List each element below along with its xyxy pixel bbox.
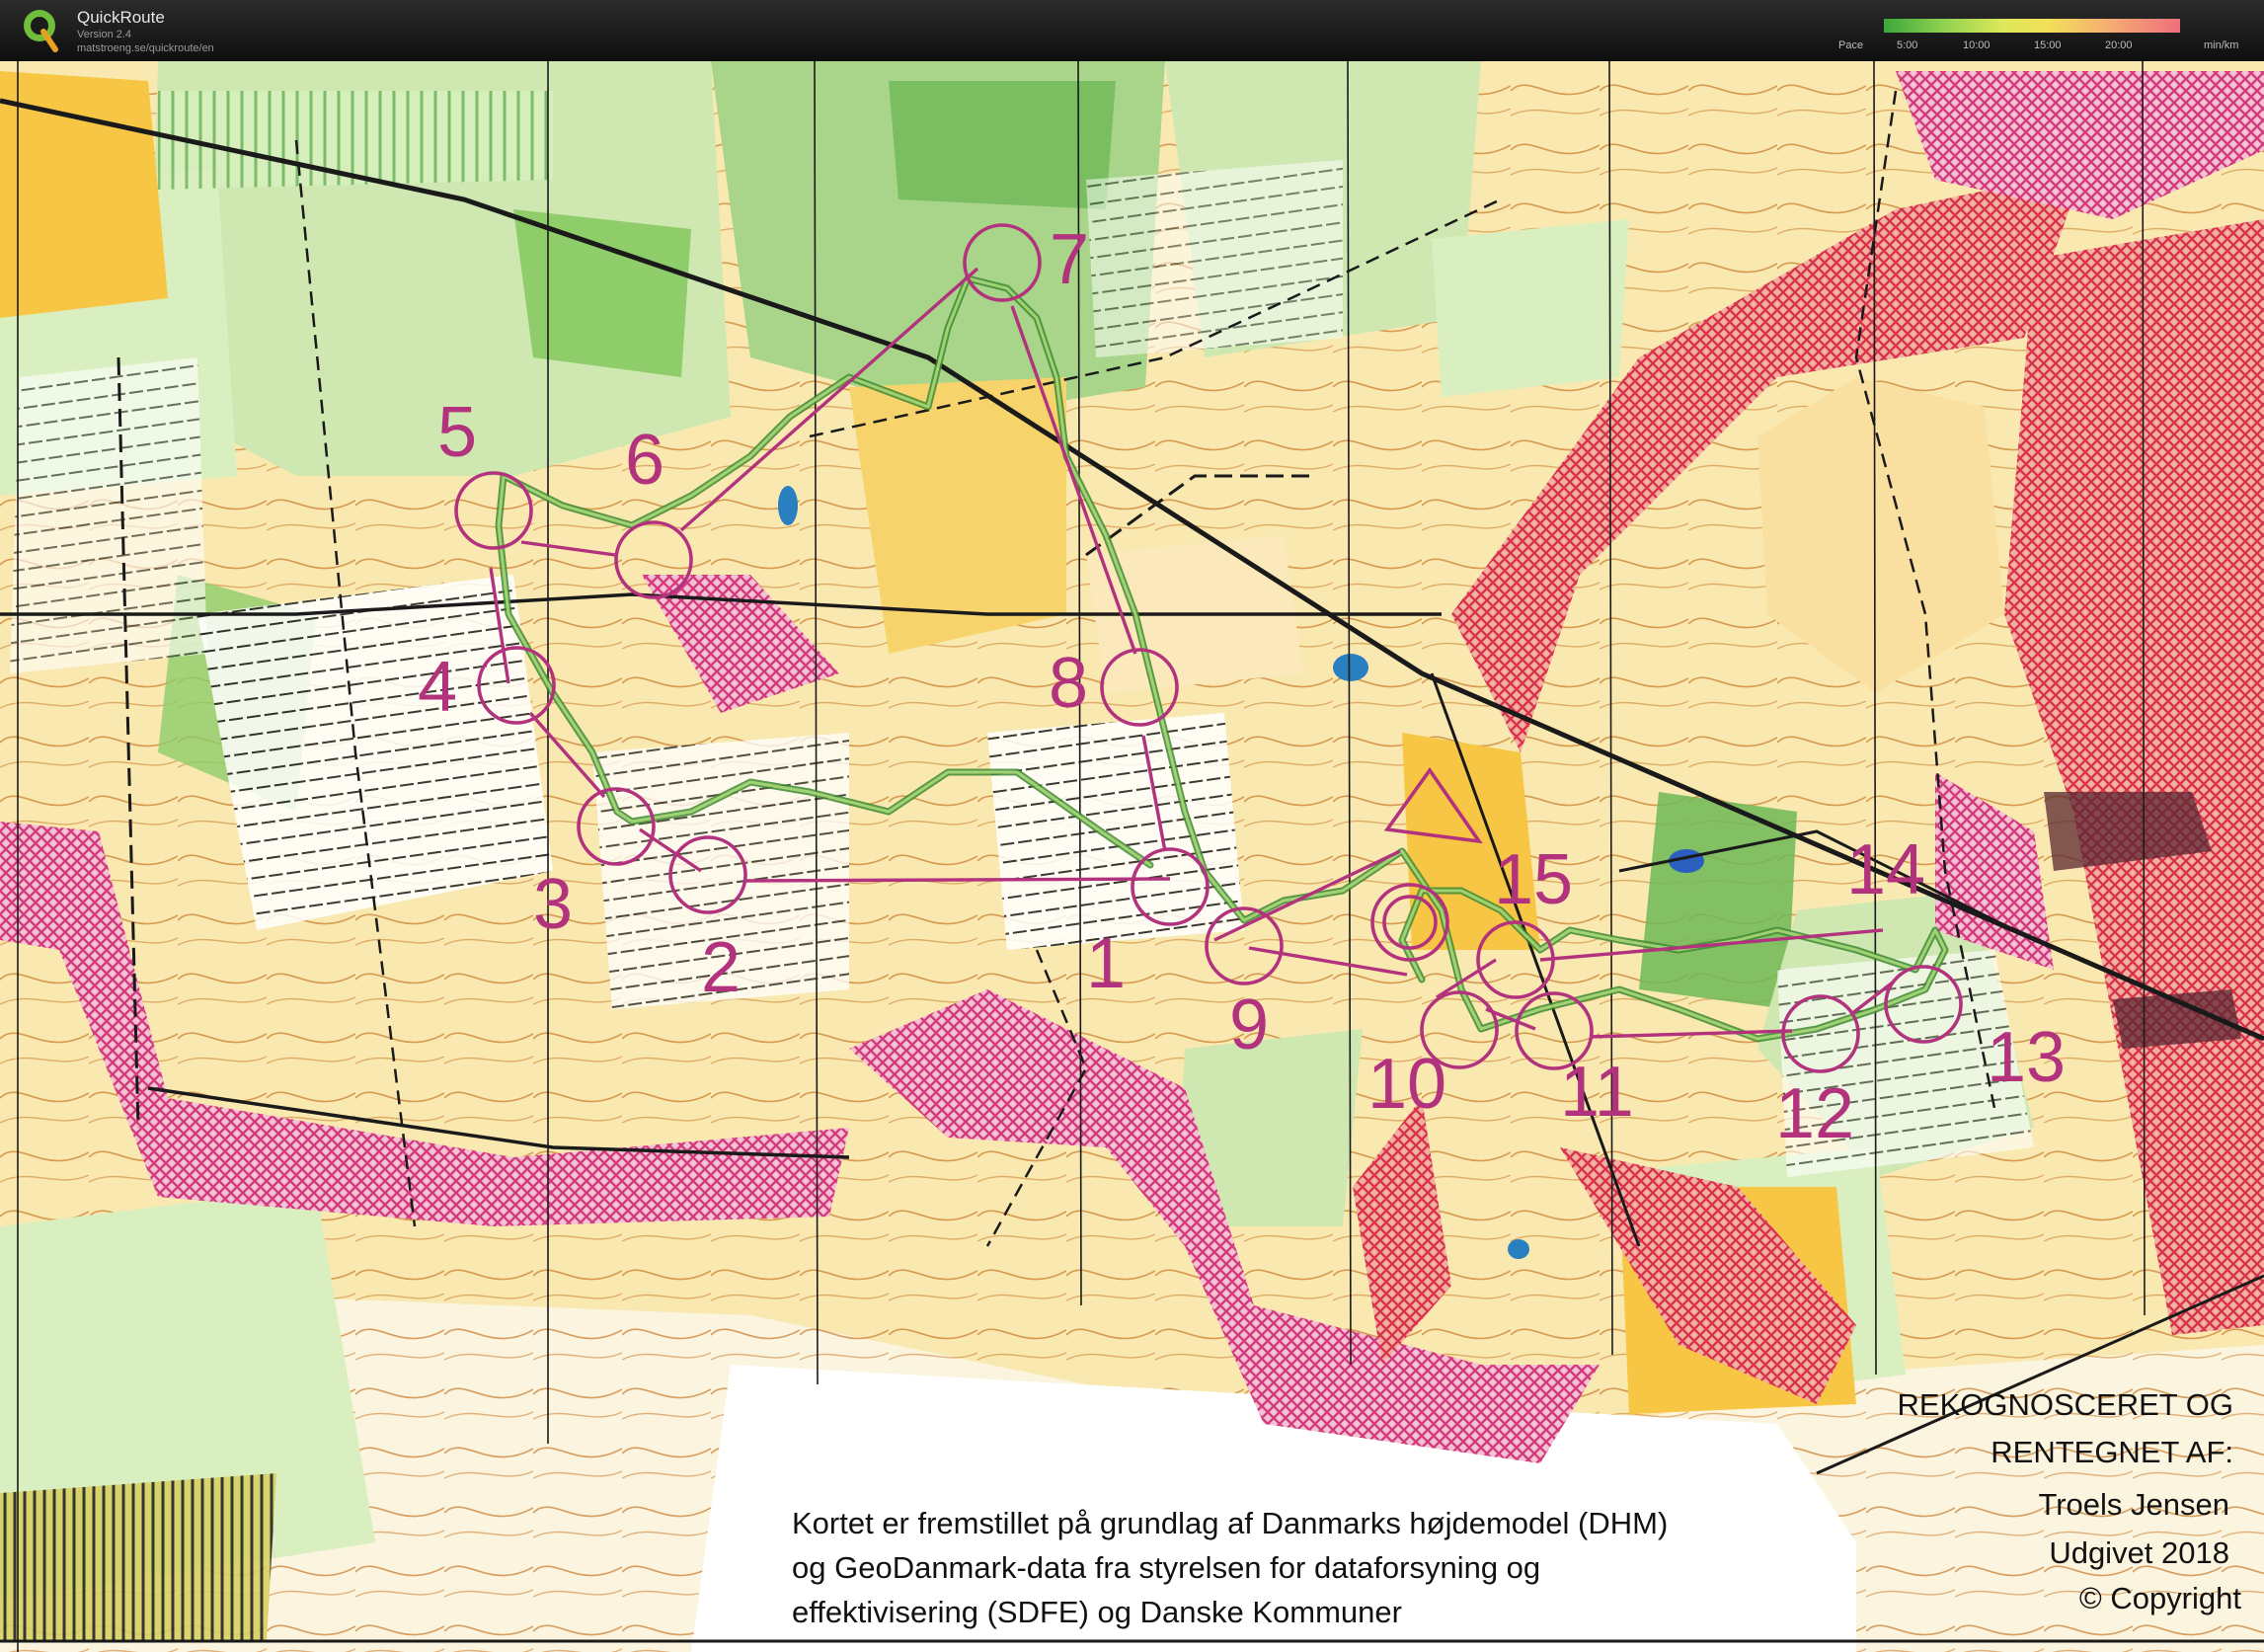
map-credit-line: Troels Jensen: [2038, 1487, 2229, 1522]
control-number-14: 14: [1846, 830, 1925, 909]
pace-tick: 10:00: [1963, 39, 1991, 51]
map-credit-line: REKOGNOSCERET OG: [1897, 1387, 2234, 1422]
app-header: QuickRoute Version 2.4 matstroeng.se/qui…: [0, 0, 2264, 61]
disclaimer-line: effektivisering (SDFE) og Danske Kommune…: [792, 1595, 1402, 1629]
control-number-13: 13: [1987, 1018, 2066, 1097]
control-number-3: 3: [533, 865, 573, 944]
app-url: matstroeng.se/quickroute/en: [77, 42, 214, 54]
control-number-15: 15: [1494, 840, 1573, 919]
control-number-9: 9: [1229, 985, 1269, 1064]
map-credit-line: Udgivet 2018: [2049, 1535, 2229, 1570]
control-number-10: 10: [1367, 1045, 1446, 1124]
pace-tick: 20:00: [2105, 39, 2133, 51]
control-number-6: 6: [625, 421, 664, 500]
control-number-2: 2: [701, 928, 741, 1007]
control-number-7: 7: [1050, 220, 1089, 299]
control-number-4: 4: [418, 648, 457, 727]
pace-label: Pace: [1838, 39, 1864, 51]
control-number-11: 11: [1560, 1053, 1634, 1132]
app-name: QuickRoute: [77, 8, 165, 27]
pace-tick: 5:00: [1897, 39, 1918, 51]
map-credit-line: RENTEGNET AF:: [1991, 1435, 2233, 1469]
pace-color-scale: [1884, 19, 2180, 33]
control-number-5: 5: [437, 393, 477, 472]
pace-unit: min/km: [2204, 39, 2239, 51]
copyright: © Copyright: [2078, 1581, 2241, 1615]
control-number-1: 1: [1086, 924, 1126, 1003]
app-version: Version 2.4: [77, 29, 132, 40]
disclaimer-line: og GeoDanmark-data fra styrelsen for dat…: [792, 1550, 1541, 1585]
control-number-8: 8: [1049, 644, 1088, 723]
map-data-disclaimer: Kortet er fremstillet på grundlag af Dan…: [792, 1501, 1668, 1634]
quickroute-logo-icon: [24, 10, 58, 52]
disclaimer-line: Kortet er fremstillet på grundlag af Dan…: [792, 1506, 1669, 1540]
control-number-12: 12: [1775, 1074, 1854, 1153]
pace-tick: 15:00: [2034, 39, 2062, 51]
